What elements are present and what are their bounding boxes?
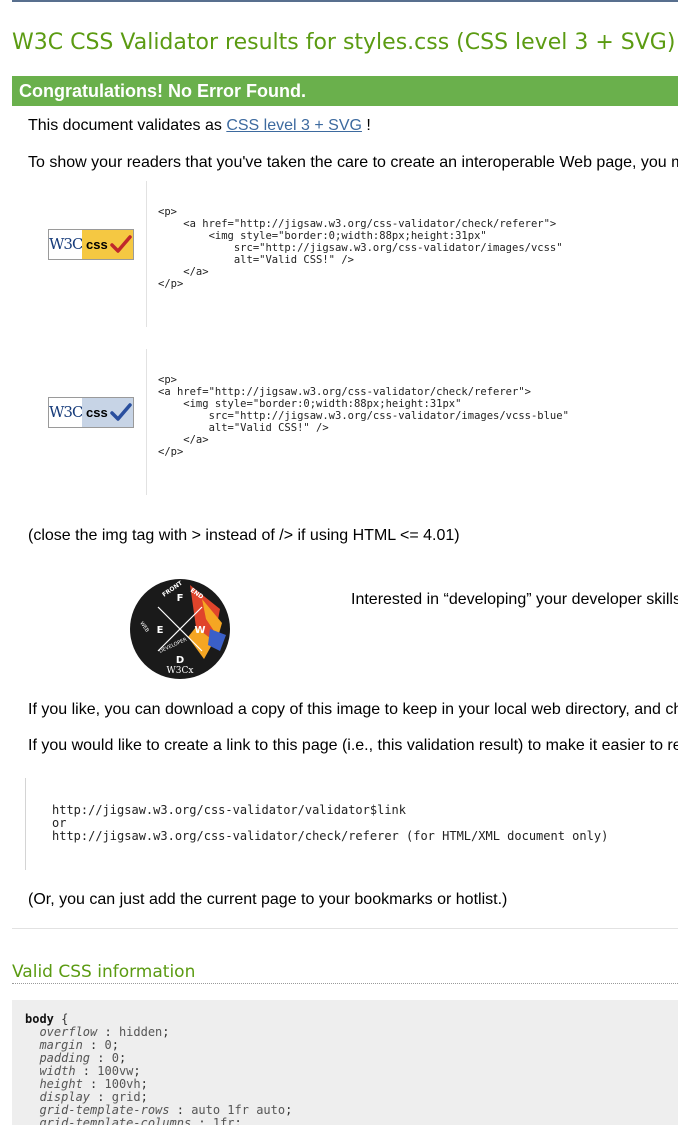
promo-text: Interested in “developing” your develope…	[351, 591, 678, 608]
validator-results-page: W3C CSS Validator results for styles.css…	[0, 0, 678, 1125]
css-property: grid-template-columns	[39, 1116, 192, 1125]
css-declaration: width : 100vw;	[39, 1064, 141, 1078]
validates-as-suffix: !	[366, 117, 371, 134]
css-value: 100vh	[104, 1077, 141, 1091]
css-value: 0	[104, 1038, 112, 1052]
badge-w3c-label: W3C	[49, 230, 83, 259]
section-divider	[12, 928, 678, 929]
css-declaration: margin : 0;	[39, 1038, 119, 1052]
bookmark-text: (Or, you can just add the current page t…	[28, 891, 508, 908]
css-declaration: grid-template-columns : 1fr;	[25, 1116, 241, 1125]
close-tag-note: (close the img tag with > instead of /> …	[28, 527, 460, 544]
css-property: height	[39, 1077, 83, 1091]
css-property: padding	[39, 1051, 91, 1065]
badge-code-snippet: <p> <a href="http://jigsaw.w3.org/css-va…	[158, 206, 563, 290]
link-code: http://jigsaw.w3.org/css-validator/valid…	[52, 803, 609, 843]
readers-text: To show your readers that you've taken t…	[28, 154, 678, 171]
logo-text-w3cx: W3Cx	[167, 666, 194, 676]
logo-letter-d: D	[176, 655, 184, 666]
css-value: hidden	[118, 1025, 163, 1039]
validates-as-prefix: This document validates as	[28, 117, 222, 134]
front-end-web-developer-logo[interactable]: F E W D FRONT END WEB DEVELOPER W3Cx	[130, 579, 230, 679]
css-property: width	[39, 1064, 76, 1078]
css-property: margin	[39, 1038, 83, 1052]
badge-row-blue: W3C css <p> <a href="http://jigsaw.w3.or…	[28, 349, 678, 495]
css-profile-link[interactable]: CSS level 3 + SVG	[226, 117, 362, 134]
css-source: body { overflow : hidden; margin : 0; pa…	[25, 1013, 292, 1125]
download-text: If you like, you can download a copy of …	[28, 701, 678, 718]
css-value: 100vw	[97, 1064, 134, 1078]
badge-cell: W3C css	[28, 181, 147, 327]
page-title: W3C CSS Validator results for styles.css…	[12, 30, 676, 55]
css-property: display	[39, 1090, 91, 1104]
link-text: If you would like to create a link to th…	[28, 737, 678, 754]
logo-letter-w: W	[194, 625, 205, 636]
logo-letter-e: E	[157, 625, 164, 636]
checkmark-icon	[110, 235, 132, 253]
valid-css-info-heading: Valid CSS information	[12, 962, 678, 984]
logo-letter-f: F	[177, 593, 184, 604]
badge-row-gold: W3C css <p> <a href="http://jigsaw.w3.or…	[28, 181, 678, 327]
top-divider	[12, 0, 678, 2]
css-property: grid-template-rows	[39, 1103, 170, 1117]
css-declaration: overflow : hidden;	[39, 1025, 170, 1039]
css-declaration: grid-template-rows : auto 1fr auto;	[39, 1103, 293, 1117]
valid-css-badge-gold[interactable]: W3C css	[48, 229, 134, 260]
validates-as-text: This document validates as CSS level 3 +…	[28, 117, 371, 135]
css-source-box: body { overflow : hidden; margin : 0; pa…	[12, 1000, 678, 1125]
no-error-banner: Congratulations! No Error Found.	[12, 76, 678, 106]
css-declarations: overflow : hidden; margin : 0; padding :…	[25, 1025, 292, 1125]
badge-css-text: css	[86, 405, 108, 420]
link-code-box: http://jigsaw.w3.org/css-validator/valid…	[25, 778, 678, 870]
css-value: 1fr	[212, 1116, 235, 1125]
css-selector: body	[25, 1012, 54, 1026]
badge-code-snippet: <p> <a href="http://jigsaw.w3.org/css-va…	[158, 374, 569, 458]
badge-w3c-label: W3C	[49, 398, 83, 427]
badge-css-text: css	[86, 237, 108, 252]
badge-cell: W3C css	[28, 349, 147, 495]
css-value: grid	[111, 1090, 141, 1104]
css-value: 0	[111, 1051, 119, 1065]
badge-css-label: css	[82, 230, 133, 259]
css-value: auto 1fr auto	[191, 1103, 286, 1117]
badge-css-label: css	[82, 398, 133, 427]
checkmark-icon	[110, 403, 132, 421]
css-declaration: display : grid;	[39, 1090, 148, 1104]
valid-css-badge-blue[interactable]: W3C css	[48, 397, 134, 428]
css-property: overflow	[39, 1025, 98, 1039]
css-declaration: padding : 0;	[39, 1051, 127, 1065]
css-open-brace: {	[61, 1012, 69, 1026]
css-declaration: height : 100vh;	[39, 1077, 148, 1091]
